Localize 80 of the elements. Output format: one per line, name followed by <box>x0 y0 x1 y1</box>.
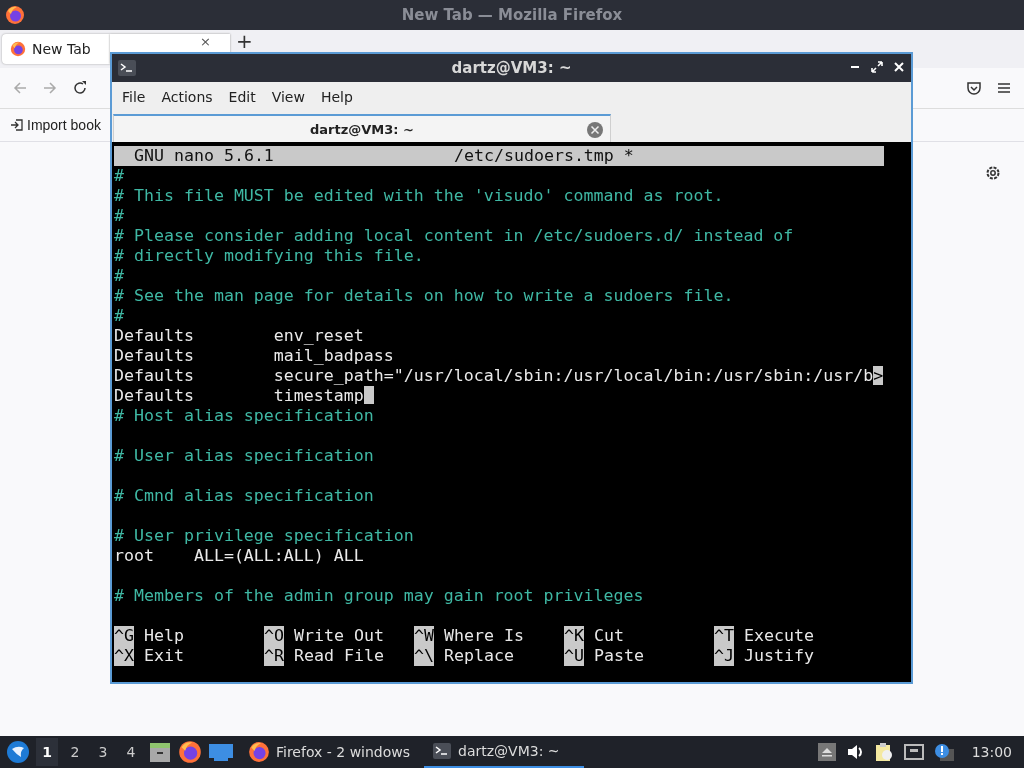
shortcut-key: ^G <box>114 626 134 646</box>
code-line: Defaults mail_badpass <box>114 346 394 365</box>
comment-line: # Host alias specification <box>114 406 374 425</box>
taskbar-task[interactable]: Firefox - 2 windows <box>240 736 419 768</box>
comment-line: # <box>114 166 124 185</box>
workspace-button[interactable]: 1 <box>36 738 58 766</box>
clipboard-icon[interactable] <box>873 742 894 762</box>
file-manager-icon[interactable] <box>148 740 172 764</box>
firefox-icon <box>5 5 25 25</box>
window-title: dartz@VM3: ~ <box>451 59 572 77</box>
file-name: /etc/sudoers.tmp * <box>454 146 634 166</box>
overflow-marker: > <box>873 366 884 385</box>
firefox-icon <box>178 740 202 764</box>
comment-line: # Please consider adding local content in /etc/sudoers.d/ instead of <box>114 226 794 245</box>
menu-item[interactable]: Actions <box>153 89 221 105</box>
code-line: root ALL=(ALL:ALL) ALL <box>114 546 364 565</box>
import-icon <box>10 118 24 132</box>
firefox-icon <box>10 41 26 57</box>
workspace-button[interactable]: 4 <box>120 738 142 766</box>
window-title: New Tab — Mozilla Firefox <box>401 6 623 24</box>
reload-icon[interactable] <box>72 80 88 96</box>
workspace-button[interactable]: 2 <box>64 738 86 766</box>
shortcut-key: ^R <box>264 646 284 666</box>
shortcut-label: Execute <box>744 626 814 646</box>
menu-item[interactable]: View <box>263 89 313 105</box>
start-menu-icon[interactable] <box>6 740 30 764</box>
terminal-icon <box>117 58 137 78</box>
shortcut-label: Read File <box>294 646 384 666</box>
clock[interactable]: 13:00 <box>965 744 1018 760</box>
new-tab-button[interactable]: + <box>236 34 253 48</box>
import-bookmarks-link[interactable]: Import book <box>10 117 101 133</box>
shortcut-label: Replace <box>444 646 514 666</box>
shortcut-label: Where Is <box>444 626 524 646</box>
terminal-tab[interactable]: dartz@VM3: ~ <box>113 114 611 142</box>
terminal-icon <box>432 741 453 761</box>
shortcut-label: Justify <box>744 646 814 666</box>
code-line: Defaults timestamp <box>114 386 364 405</box>
close-tab-icon[interactable] <box>586 121 604 139</box>
network-icon[interactable] <box>903 743 924 761</box>
pocket-icon[interactable] <box>966 80 982 96</box>
shortcut-key: ^X <box>114 646 134 666</box>
shortcut-key: ^W <box>414 626 434 646</box>
shortcut-key: ^T <box>714 626 734 646</box>
comment-line: # Members of the admin group may gain root privileges <box>114 586 644 605</box>
menu-item[interactable]: File <box>114 89 154 105</box>
menu-item[interactable]: Edit <box>220 89 264 105</box>
menu-icon[interactable] <box>996 80 1012 96</box>
comment-line: # This file MUST be edited with the 'visudo' command as root. <box>114 186 724 205</box>
comment-line: # See the man page for details on how to write a sudoers file. <box>114 286 734 305</box>
shortcut-key: ^K <box>564 626 584 646</box>
taskbar-task[interactable]: dartz@VM3: ~ <box>424 736 585 768</box>
close-tab-button[interactable]: × <box>200 36 211 48</box>
comment-line: # Cmnd alias specification <box>114 486 374 505</box>
shortcut-label: Write Out <box>294 626 384 646</box>
eject-icon[interactable] <box>817 743 836 761</box>
browser-tab[interactable]: New Tab <box>2 34 110 64</box>
maximize-icon[interactable] <box>869 59 885 75</box>
editor-version: GNU nano 5.6.1 <box>133 146 275 166</box>
volume-icon[interactable] <box>845 743 864 761</box>
firefox-icon <box>248 741 270 763</box>
shortcut-label: Paste <box>594 646 644 666</box>
code-line: Defaults env_reset <box>114 326 364 345</box>
settings-icon[interactable] <box>984 164 1002 182</box>
code-line: Defaults secure_path="/usr/local/sbin:/usr/local/bin:/usr/sbin:/usr/b <box>114 366 874 385</box>
comment-line: # User alias specification <box>114 446 374 465</box>
shortcut-label: Cut <box>594 626 624 646</box>
comment-line: # directly modifying this file. <box>114 246 424 265</box>
comment-line: # <box>114 306 124 325</box>
menu-item[interactable]: Help <box>312 89 361 105</box>
shortcut-key: ^J <box>714 646 734 666</box>
shortcut-key: ^O <box>264 626 284 646</box>
notification-icon[interactable] <box>933 743 956 761</box>
shortcut-key: ^U <box>564 646 584 666</box>
comment-line: # <box>114 266 124 285</box>
shortcut-key: ^\ <box>414 646 434 666</box>
shortcut-label: Help <box>144 626 184 646</box>
comment-line: # <box>114 206 124 225</box>
comment-line: # User privilege specification <box>114 526 414 545</box>
shortcut-label: Exit <box>144 646 184 666</box>
workspace-button[interactable]: 3 <box>92 738 114 766</box>
